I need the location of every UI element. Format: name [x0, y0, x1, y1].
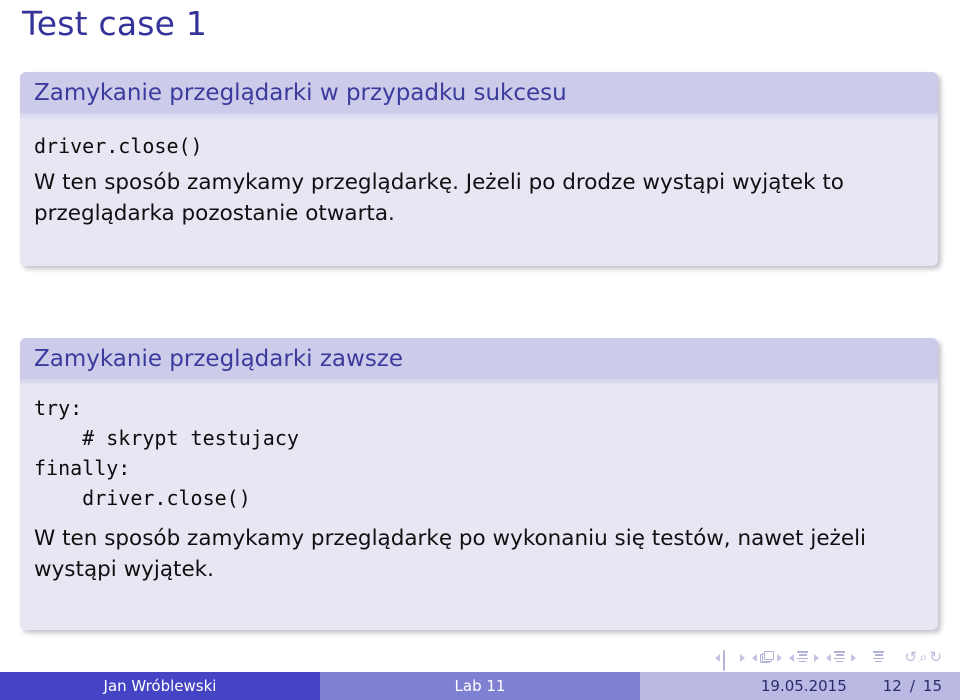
- next-section-icon[interactable]: [851, 653, 857, 662]
- success-code-snippet: driver.close(): [34, 134, 203, 158]
- footline: Jan Wróblewski Lab 11 19.05.2015 12 / 15: [0, 672, 960, 700]
- navigation-symbols: ↺ ⌕ ↻: [715, 650, 942, 671]
- success-description: W ten sposób zamykamy przeglądarkę. Jeże…: [34, 170, 844, 226]
- next-slide-icon[interactable]: [740, 653, 746, 662]
- code-line-close: driver.close(): [34, 486, 251, 510]
- next-frame-icon[interactable]: [777, 653, 783, 662]
- next-subsection-icon[interactable]: [814, 653, 820, 662]
- previous-subsection-icon[interactable]: [789, 653, 795, 662]
- back-icon[interactable]: ↺: [904, 650, 917, 665]
- page-title: Test case 1: [22, 4, 208, 43]
- code-line-try: try:: [34, 396, 83, 420]
- footer-title-segment: Lab 11: [320, 672, 640, 700]
- always-code-snippet: try: # skrypt testujacy finally: driver.…: [34, 393, 924, 513]
- footer-author-segment: Jan Wróblewski: [0, 672, 320, 700]
- section-icon[interactable]: [834, 651, 848, 664]
- beamer-slide: Test case 1 Zamykanie przeglądarki w prz…: [0, 0, 960, 700]
- find-icon[interactable]: ⌕: [919, 650, 927, 665]
- footer-title: Lab 11: [454, 677, 506, 695]
- presentation-icon[interactable]: [873, 651, 887, 664]
- always-description: W ten sposób zamykamy przeglądarkę po wy…: [34, 526, 867, 582]
- always-block-body: try: # skrypt testujacy finally: driver.…: [20, 379, 938, 597]
- frame-icon[interactable]: [760, 651, 775, 664]
- always-block-title: Zamykanie przeglądarki zawsze: [20, 338, 938, 386]
- previous-frame-icon[interactable]: [752, 653, 758, 662]
- section-nav-group: [826, 651, 857, 664]
- subsection-nav-group: [789, 651, 820, 664]
- always-block: Zamykanie przeglądarki zawsze try: # skr…: [20, 338, 938, 630]
- footer-author: Jan Wróblewski: [103, 677, 217, 695]
- footer-meta-segment: 19.05.2015 12 / 15: [640, 672, 960, 700]
- previous-section-icon[interactable]: [826, 653, 832, 662]
- slide-nav-group: [715, 650, 746, 671]
- subsection-icon[interactable]: [797, 651, 811, 664]
- footer-page-separator: /: [909, 677, 915, 695]
- footer-current-page: 12: [882, 677, 902, 695]
- footer-page-counter: 12 / 15: [883, 677, 942, 695]
- slide-icon[interactable]: [723, 650, 737, 671]
- code-line-comment: # skrypt testujacy: [34, 426, 299, 450]
- frame-nav-group: [752, 651, 783, 664]
- previous-slide-icon[interactable]: [715, 653, 721, 662]
- footer-total-pages: 15: [922, 677, 942, 695]
- success-block: Zamykanie przeglądarki w przypadku sukce…: [20, 72, 938, 266]
- footer-date: 19.05.2015: [760, 677, 847, 695]
- success-block-body: driver.close() W ten sposób zamykamy prz…: [20, 113, 938, 241]
- forward-icon[interactable]: ↻: [929, 650, 942, 665]
- history-nav-group: ↺ ⌕ ↻: [904, 650, 942, 665]
- success-block-title: Zamykanie przeglądarki w przypadku sukce…: [20, 72, 938, 120]
- code-line-finally: finally:: [34, 456, 131, 480]
